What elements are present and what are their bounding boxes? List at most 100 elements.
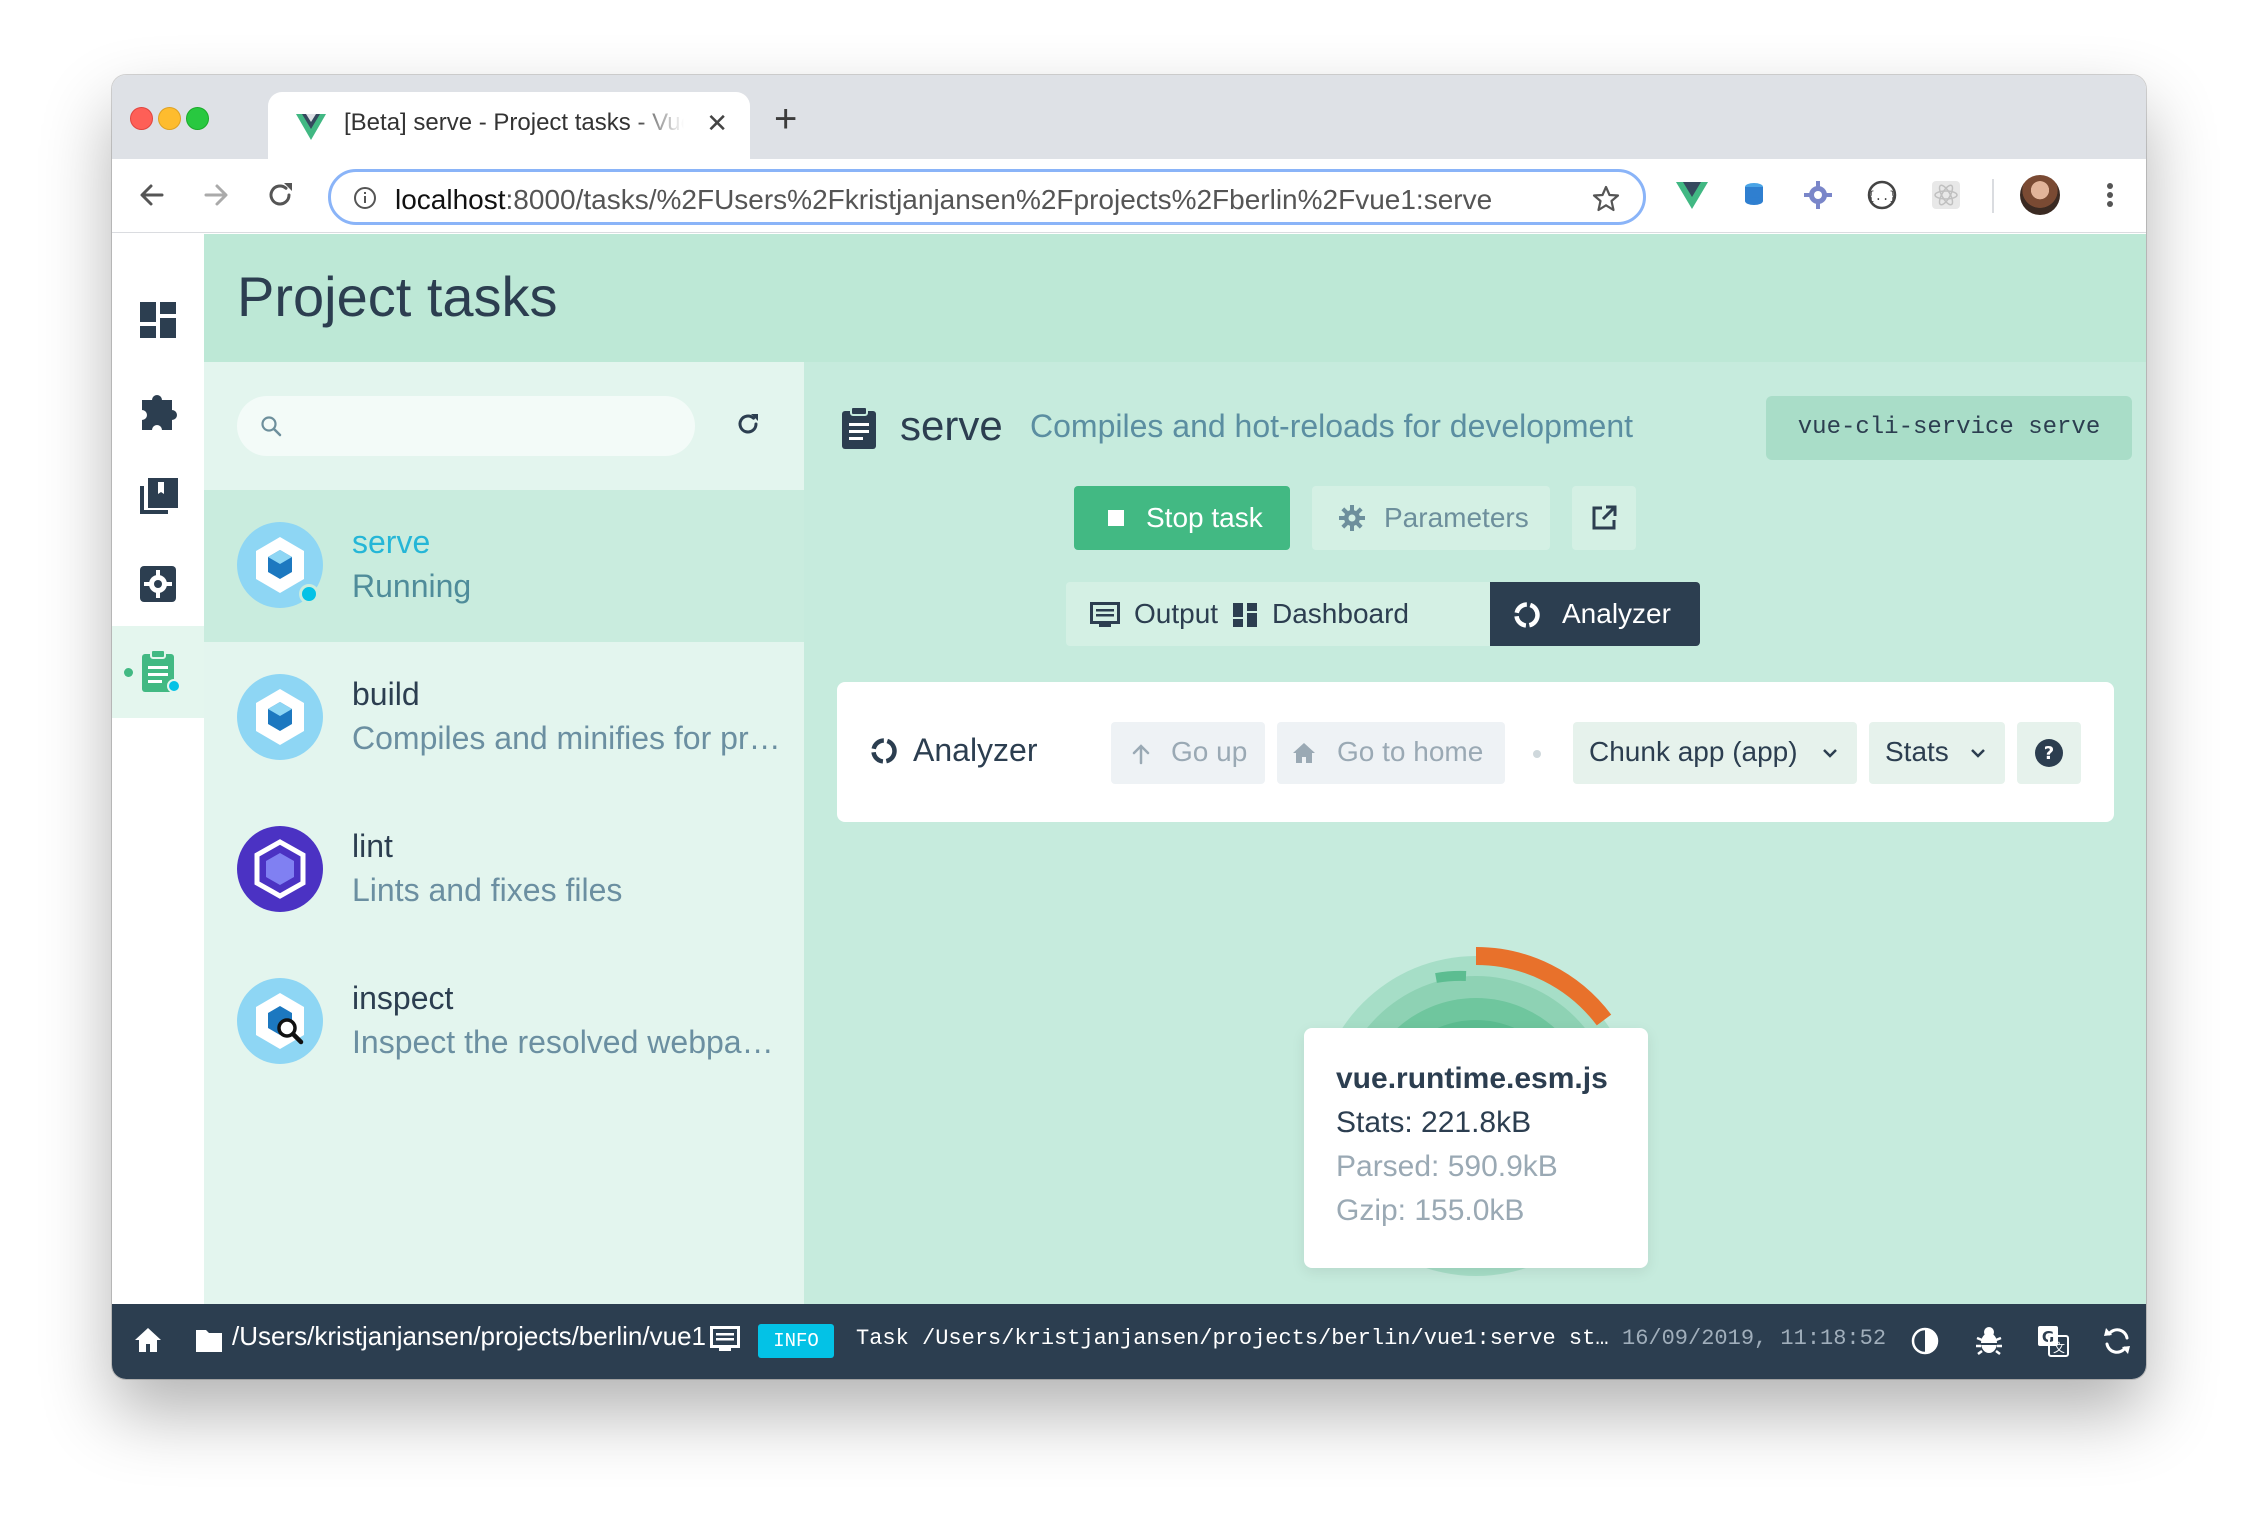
go-to-home-label: Go to home — [1337, 736, 1484, 767]
address-bar[interactable]: localhost:8000/tasks/%2FUsers%2Fkristjan… — [328, 169, 1646, 225]
running-status-dot — [299, 584, 319, 604]
gear-icon — [1339, 505, 1365, 531]
stop-icon — [1108, 510, 1124, 526]
forward-arrow-icon[interactable] — [198, 177, 234, 213]
react-devtools-icon[interactable] — [1928, 177, 1964, 213]
tooltip-stats-size: Stats: 221.8kB — [1336, 1106, 1532, 1139]
tooltip-module-name: vue.runtime.esm.js — [1336, 1062, 1608, 1095]
vue-ui-app: Project tasks serve Running build Compil… — [112, 234, 2146, 1304]
url-text: localhost:8000/tasks/%2FUsers%2Fkristjan… — [395, 184, 1492, 216]
tab-analyzer[interactable]: Analyzer — [1490, 582, 1700, 646]
task-item-build[interactable]: build Compiles and minifies for producti… — [204, 642, 804, 794]
vue-devtools-icon[interactable] — [1674, 177, 1710, 213]
sidebar-item-tasks[interactable] — [112, 626, 204, 718]
go-up-button[interactable]: Go up — [1111, 722, 1265, 784]
log-message[interactable]: Task /Users/kristjanjansen/projects/berl… — [856, 1326, 1614, 1351]
bug-report-icon[interactable] — [1974, 1324, 2004, 1358]
page-header: Project tasks — [204, 234, 2146, 362]
stop-task-button[interactable]: Stop task — [1074, 486, 1290, 550]
arrow-up-icon — [1132, 744, 1150, 765]
size-type-select[interactable]: Stats — [1869, 722, 2005, 784]
help-button[interactable]: ? — [2017, 722, 2081, 784]
tab-dashboard[interactable]: Dashboard — [1202, 582, 1409, 646]
sidebar-item-configuration[interactable] — [112, 544, 204, 624]
task-description: Lints and fixes files — [352, 872, 623, 908]
donut-chart-icon — [871, 738, 897, 764]
task-detail-name: serve — [900, 402, 1003, 449]
search-icon — [261, 416, 282, 437]
refresh-icon[interactable] — [734, 410, 762, 438]
parameters-button[interactable]: Parameters — [1312, 486, 1550, 550]
task-item-lint[interactable]: lint Lints and fixes files — [204, 794, 804, 946]
bookmark-star-icon[interactable] — [1591, 184, 1621, 214]
url-host: localhost — [395, 184, 506, 215]
home-icon[interactable] — [132, 1324, 164, 1356]
project-path[interactable]: /Users/kristjanjansen/projects/berlin/vu… — [232, 1321, 706, 1352]
task-description: Inspect the resolved webpack config — [352, 1024, 782, 1060]
browser-menu-icon[interactable] — [2092, 177, 2128, 213]
chunk-select[interactable]: Chunk app (app) — [1573, 722, 1857, 784]
minimize-window-button[interactable] — [158, 107, 181, 130]
toolbar-divider — [1992, 179, 1994, 213]
log-level-badge: INFO — [758, 1324, 834, 1358]
status-bar: /Users/kristjanjansen/projects/berlin/vu… — [112, 1304, 2146, 1379]
dashboard-icon — [140, 302, 176, 338]
sidebar-rail — [112, 234, 204, 1304]
webpack-icon — [237, 522, 323, 608]
task-name: build — [352, 676, 420, 712]
settings-icon — [140, 566, 176, 602]
dashboard-icon — [1233, 603, 1257, 627]
zoom-window-button[interactable] — [186, 107, 209, 130]
browser-window: [Beta] serve - Project tasks - Vue CLI ✕… — [112, 75, 2146, 1379]
dark-mode-toggle-icon[interactable] — [1910, 1326, 1940, 1356]
translate-icon[interactable]: G 文 — [2036, 1324, 2070, 1358]
task-detail-description: Compiles and hot-reloads for development — [1030, 408, 1633, 444]
database-extension-icon[interactable] — [1736, 177, 1772, 213]
console-log-icon[interactable] — [710, 1326, 740, 1354]
active-indicator-dot — [124, 668, 133, 677]
clipboard-tasks-icon — [142, 649, 181, 693]
chevron-down-icon — [1971, 749, 1985, 758]
browser-toolbar: localhost:8000/tasks/%2FUsers%2Fkristjan… — [112, 159, 2146, 233]
info-icon[interactable] — [353, 186, 377, 210]
task-item-serve[interactable]: serve Running — [204, 490, 804, 642]
url-path: :8000/tasks/%2FUsers%2Fkristjanjansen%2F… — [505, 184, 1493, 215]
go-up-label: Go up — [1171, 736, 1248, 767]
webpack-icon — [237, 674, 323, 760]
tab-output[interactable]: Output — [1066, 582, 1218, 646]
svg-text:文: 文 — [2053, 1340, 2065, 1355]
puzzle-piece-icon — [142, 395, 177, 430]
sunburst-small-arc — [1435, 970, 1467, 983]
svg-text:{..}: {..} — [1868, 189, 1897, 203]
sidebar-item-dependencies[interactable] — [112, 456, 204, 536]
json-extension-icon[interactable]: {..} — [1864, 177, 1900, 213]
library-books-icon — [140, 478, 178, 514]
tooltip-gzip-size: Gzip: 155.0kB — [1336, 1194, 1525, 1227]
folder-icon — [196, 1330, 222, 1352]
profile-avatar[interactable] — [2020, 175, 2060, 215]
browser-tab[interactable]: [Beta] serve - Project tasks - Vue CLI ✕ — [268, 92, 750, 159]
reload-icon[interactable] — [262, 177, 298, 213]
clipboard-icon — [842, 406, 876, 449]
gear-extension-icon[interactable] — [1800, 177, 1836, 213]
sidebar-item-plugins[interactable] — [112, 368, 204, 448]
help-icon: ? — [2035, 739, 2063, 767]
module-tooltip: vue.runtime.esm.js Stats: 221.8kB Parsed… — [1304, 1028, 1648, 1268]
back-arrow-icon[interactable] — [134, 177, 170, 213]
open-external-button[interactable] — [1572, 486, 1636, 550]
search-input[interactable] — [237, 396, 695, 456]
separator-dot — [1533, 750, 1541, 758]
new-tab-button[interactable]: + — [774, 99, 797, 139]
go-to-home-button[interactable]: Go to home — [1277, 722, 1505, 784]
page-title: Project tasks — [237, 265, 558, 328]
chunk-select-value: Chunk app (app) — [1589, 736, 1798, 767]
tab-dashboard-label: Dashboard — [1272, 598, 1409, 629]
refresh-icon[interactable] — [2100, 1324, 2134, 1358]
close-window-button[interactable] — [130, 107, 153, 130]
task-item-inspect[interactable]: inspect Inspect the resolved webpack con… — [204, 946, 804, 1098]
tab-close-icon[interactable]: ✕ — [706, 110, 728, 136]
home-icon — [1293, 743, 1315, 763]
tooltip-parsed-size: Parsed: 590.9kB — [1336, 1150, 1558, 1183]
sidebar-item-dashboard[interactable] — [112, 280, 204, 360]
chevron-down-icon — [1823, 749, 1837, 758]
